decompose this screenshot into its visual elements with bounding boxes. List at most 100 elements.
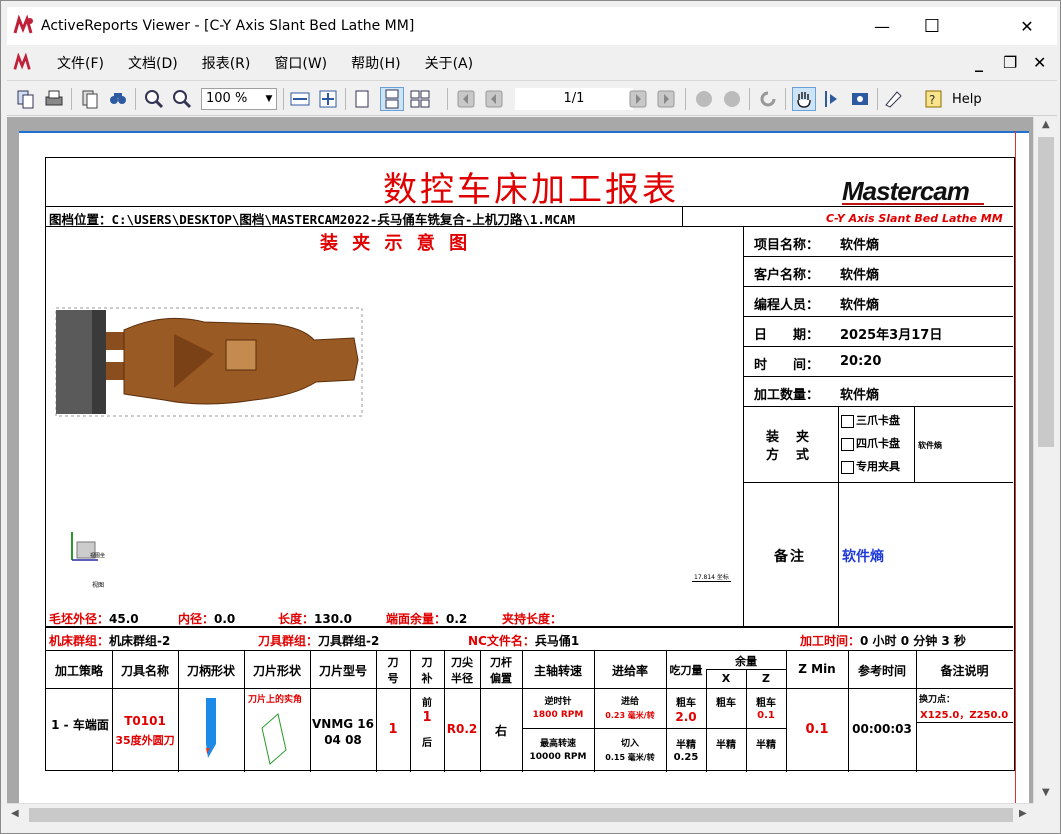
header-stock: 余量 — [735, 655, 757, 668]
annotation-icon[interactable] — [883, 88, 905, 110]
last-page-icon[interactable] — [655, 88, 677, 110]
close-icon: ✕ — [1020, 16, 1034, 36]
row-stock-x-rough: 粗车 — [716, 698, 736, 709]
row-stock-z-rough: 0.1 — [757, 710, 775, 721]
header-insert-model: 刀片型号 — [318, 664, 367, 678]
first-page-icon[interactable] — [455, 88, 477, 110]
scroll-left-icon[interactable]: ◀ — [11, 808, 19, 819]
checkbox-3jaw[interactable] — [841, 414, 854, 428]
viewer-window: ActiveReports Viewer - [C-Y Axis Slant B… — [0, 0, 1061, 834]
hand-tool-icon[interactable] — [792, 87, 816, 111]
print-icon[interactable] — [43, 88, 65, 110]
row-doc-rough: 2.0 — [675, 710, 697, 724]
scroll-right-icon[interactable]: ▶ — [1019, 808, 1027, 819]
customer-name-value: 软件熵 — [840, 268, 880, 283]
fit-width-icon[interactable] — [289, 88, 311, 110]
copy-page-icon[interactable] — [79, 88, 101, 110]
header-tool-no-1: 刀 — [387, 656, 399, 669]
menu-report[interactable]: 报表(R) — [202, 53, 251, 73]
menu-file[interactable]: 文件(F) — [57, 53, 104, 73]
refresh-icon[interactable] — [757, 88, 779, 110]
page-number-field[interactable]: 1/1 — [515, 88, 633, 110]
clamp-option-fixture: 专用夹具 — [841, 458, 900, 474]
minimize-button[interactable]: — — [857, 7, 907, 45]
row-spindle-max: 10000 RPM — [529, 752, 587, 762]
axis-label: 视图坐 — [90, 553, 106, 559]
continuous-page-icon[interactable] — [380, 87, 404, 111]
stock-id-value: 0.0 — [214, 612, 236, 626]
tool-holder-icon — [206, 698, 216, 758]
stock-id-label: 内径： — [178, 612, 215, 626]
menu-help[interactable]: 帮助(H) — [351, 53, 400, 73]
chevron-down-icon[interactable]: ▼ — [262, 89, 276, 109]
prev-page-icon[interactable] — [483, 88, 505, 110]
row-spindle-dir: 逆时针 — [544, 697, 572, 707]
zoom-select[interactable]: 100 % ▼ — [201, 88, 277, 110]
row-doc-semi: 0.25 — [673, 752, 699, 763]
mdi-minimize-icon[interactable]: _ — [975, 53, 983, 72]
notes-value: 软件熵 — [842, 549, 884, 565]
find-icon[interactable] — [107, 88, 129, 110]
zoom-out-icon[interactable] — [171, 88, 193, 110]
header-doc: 吃刀量 — [669, 664, 703, 677]
mdi-close-icon[interactable]: ✕ — [1033, 53, 1046, 72]
header-radius-2: 半径 — [451, 672, 473, 685]
notes-label: 备注 — [774, 549, 806, 565]
header-strategy: 加工策略 — [54, 664, 103, 678]
project-name-value: 软件熵 — [840, 238, 880, 253]
select-text-icon[interactable] — [821, 88, 843, 110]
face-stock-label: 端面余量： — [386, 612, 447, 626]
machine-name: C-Y Axis Slant Bed Lathe MM — [826, 212, 1003, 225]
header-insert-shape: 刀片形状 — [252, 664, 301, 678]
nc-file-label: NC文件名： — [468, 634, 535, 648]
forward-icon[interactable] — [721, 88, 743, 110]
menu-about[interactable]: 关于(A) — [425, 53, 474, 73]
machining-time-label: 加工时间： — [800, 634, 861, 648]
back-icon[interactable] — [693, 88, 715, 110]
row-note-label: 换刀点： — [919, 695, 956, 705]
menu-document[interactable]: 文档(D) — [128, 53, 178, 73]
horizontal-scroll-thumb[interactable] — [29, 808, 1013, 822]
header-spindle: 主轴转速 — [533, 664, 582, 678]
clamp-label-top: 装 夹 — [766, 430, 812, 445]
close-button[interactable]: ✕ — [1002, 7, 1052, 45]
row-insert-note: 刀片上的实角 — [248, 695, 303, 705]
horizontal-scrollbar[interactable]: ◀ ▶ — [7, 803, 1033, 825]
machine-group-label: 机床群组： — [49, 634, 110, 648]
zoom-value: 100 % — [206, 91, 248, 106]
menu-window[interactable]: 窗口(W) — [274, 53, 327, 73]
copy-icon[interactable] — [15, 88, 37, 110]
quantity-value: 软件熵 — [840, 388, 880, 403]
row-tool-name: T0101 — [124, 714, 166, 728]
setup-title: 装 夹 示 意 图 — [320, 233, 472, 254]
row-spindle-max-label: 最高转速 — [539, 739, 576, 749]
row-stock-x-semi: 半精 — [716, 740, 736, 751]
snapshot-icon[interactable] — [849, 88, 871, 110]
stock-length-value: 130.0 — [314, 612, 352, 626]
tool-group-label: 刀具群组： — [258, 634, 319, 648]
multi-page-icon[interactable] — [409, 88, 431, 110]
help-icon[interactable]: ? — [923, 88, 945, 110]
fit-page-icon[interactable] — [317, 88, 339, 110]
scroll-up-icon[interactable]: ▲ — [1042, 119, 1050, 130]
vertical-scrollbar[interactable]: ▲ ▼ — [1033, 117, 1057, 803]
help-label[interactable]: Help — [952, 92, 982, 107]
date-label: 日 期： — [754, 328, 820, 343]
row-comp-front: 前 — [422, 698, 432, 709]
document-icon[interactable] — [13, 52, 33, 73]
vertical-scroll-thumb[interactable] — [1038, 137, 1054, 447]
maximize-button[interactable]: ☐ — [907, 7, 957, 45]
single-page-icon[interactable] — [351, 88, 373, 110]
stock-length-label: 长度： — [278, 612, 315, 626]
report-viewport[interactable]: 数控车床加工报表 Mastercam 图档位置：C:\USERS\DESKTOP… — [7, 117, 1033, 803]
header-zmin: Z Min — [798, 662, 836, 676]
mdi-restore-icon[interactable]: ❐ — [1003, 53, 1017, 72]
header-holder: 刀柄形状 — [186, 664, 235, 678]
stock-od-value: 45.0 — [109, 612, 139, 626]
zoom-in-icon[interactable] — [143, 88, 165, 110]
scroll-down-icon[interactable]: ▼ — [1042, 787, 1050, 798]
next-page-icon[interactable] — [627, 88, 649, 110]
checkbox-fixture[interactable] — [841, 460, 854, 474]
checkbox-4jaw[interactable] — [841, 437, 854, 451]
clamp-option-3jaw: 三爪卡盘 — [841, 412, 900, 428]
